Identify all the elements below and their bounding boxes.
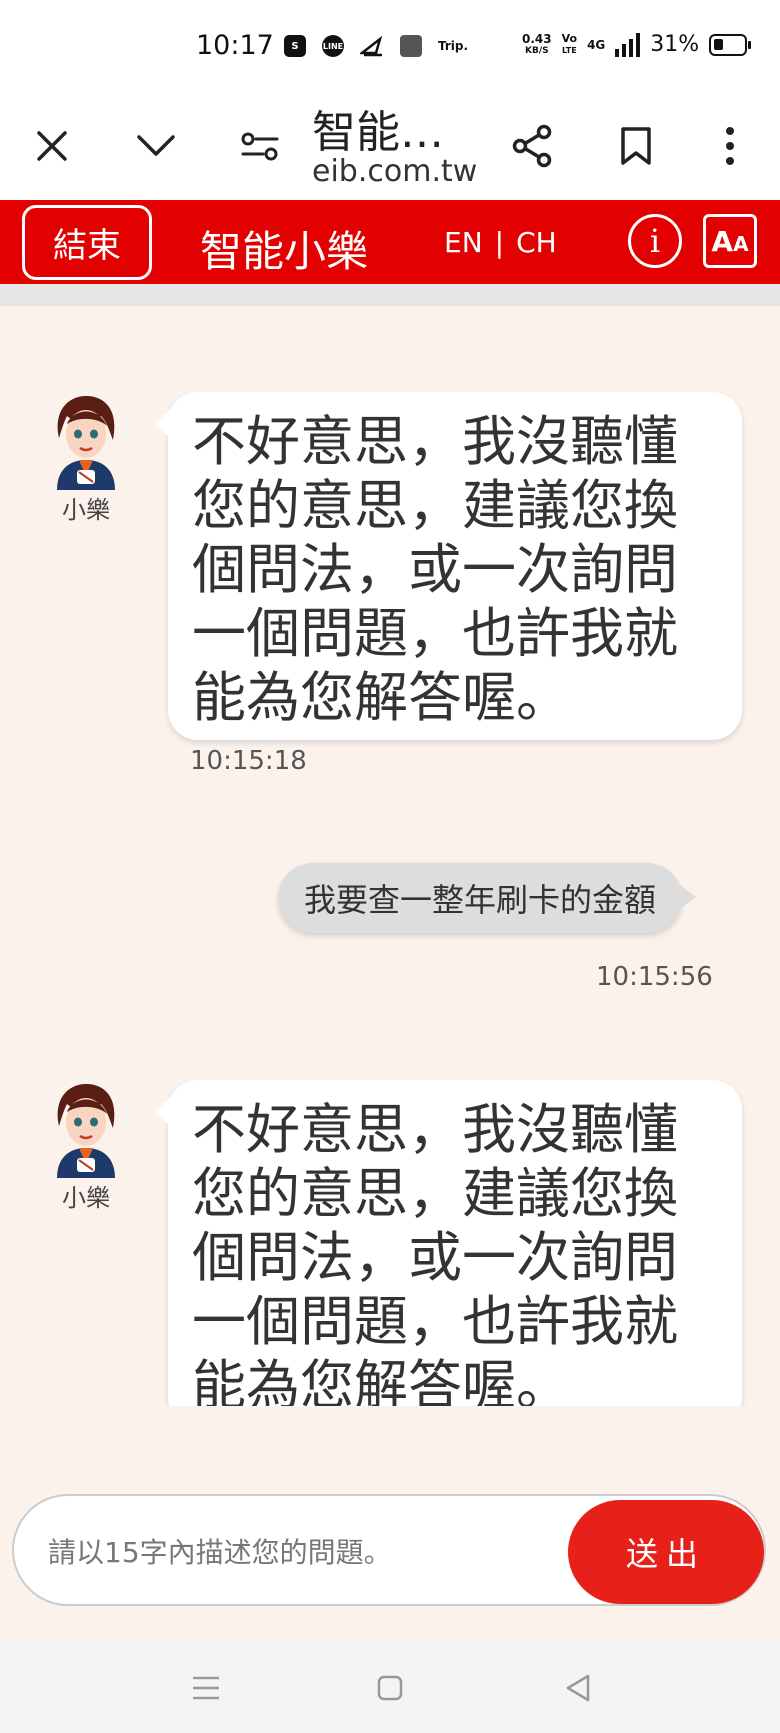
volte-bottom: LTE: [561, 45, 577, 55]
chevron-down-icon[interactable]: [128, 118, 184, 174]
system-nav-bar: [0, 1640, 780, 1733]
message-time: 10:15:18: [190, 746, 307, 776]
stack-icon: [400, 35, 422, 57]
battery-percent: 31%: [650, 32, 700, 57]
bird-icon: [360, 35, 384, 57]
volte-top: Vo: [561, 31, 578, 45]
message-time: 10:15:56: [596, 962, 713, 992]
header-divider: [0, 284, 780, 306]
end-chat-button[interactable]: 結束: [22, 205, 152, 280]
page-url[interactable]: eib.com.tw: [312, 154, 477, 189]
bot-name: 小樂: [62, 1184, 110, 1212]
bot-avatar: 小樂: [42, 394, 130, 525]
question-input[interactable]: [48, 1524, 548, 1580]
battery-icon: [709, 33, 752, 56]
page-title: 智能…: [312, 107, 444, 158]
network-speed-unit: KB/S: [525, 45, 549, 56]
network-speed-value: 0.43: [522, 31, 552, 46]
status-bar: 10:17 S LINE Trip. 0.43 KB/S Vo LTE 4G 3…: [0, 0, 780, 96]
language-switch: EN | CH: [444, 226, 557, 259]
avatar: [49, 394, 123, 490]
bot-message: 不好意思，我沒聽懂您的意思，建議您換個問法，或一次詢問一個問題，也許我就能為您解…: [154, 392, 742, 740]
user-message: 我要查一整年刷卡的金額: [278, 863, 697, 933]
font-size-icon[interactable]: AA: [703, 214, 757, 268]
avatar: [49, 1082, 123, 1178]
status-time: 10:17: [196, 30, 274, 61]
network-type: 4G: [587, 37, 606, 52]
system-status-icons: 0.43 KB/S Vo LTE 4G 31%: [522, 31, 752, 57]
network-speed: 0.43 KB/S: [522, 33, 552, 57]
home-icon[interactable]: [370, 1668, 410, 1708]
lang-en-button[interactable]: EN: [444, 226, 483, 259]
browser-toolbar: 智能… eib.com.tw: [0, 96, 780, 200]
input-container: 送出: [12, 1494, 766, 1606]
chat-header: 結束 智能小樂 EN | CH i AA: [0, 200, 780, 284]
bookmark-icon[interactable]: [608, 118, 664, 174]
bot-avatar: 小樂: [42, 1082, 130, 1213]
bot-name: 小樂: [62, 496, 110, 524]
send-button[interactable]: 送出: [568, 1500, 764, 1604]
close-icon[interactable]: [24, 118, 80, 174]
signal-icon: [615, 32, 641, 57]
trip-icon: Trip.: [438, 39, 469, 53]
font-size-small: A: [733, 232, 749, 256]
bot-message: 不好意思，我沒聽懂您的意思，建議您換個問法，或一次詢問一個問題，也許我就能為您解…: [154, 1080, 742, 1406]
back-icon[interactable]: [558, 1668, 598, 1708]
more-vert-icon[interactable]: [702, 118, 758, 174]
info-icon[interactable]: i: [628, 214, 682, 268]
chat-messages: 小樂 不好意思，我沒聽懂您的意思，建議您換個問法，或一次詢問一個問題，也許我就能…: [0, 306, 780, 1406]
site-settings-icon[interactable]: [232, 118, 288, 174]
notification-icons: S LINE Trip.: [284, 35, 468, 57]
line-icon: LINE: [322, 35, 344, 57]
lang-ch-button[interactable]: CH: [516, 226, 557, 259]
bot-title: 智能小樂: [200, 227, 369, 276]
shopee-icon: S: [284, 35, 306, 57]
font-size-big: A: [711, 225, 734, 258]
lang-separator: |: [494, 226, 505, 259]
volte-icon: Vo LTE: [561, 31, 578, 57]
share-icon[interactable]: [504, 118, 560, 174]
input-area: 送出: [0, 1406, 780, 1640]
recents-icon[interactable]: [186, 1668, 226, 1708]
